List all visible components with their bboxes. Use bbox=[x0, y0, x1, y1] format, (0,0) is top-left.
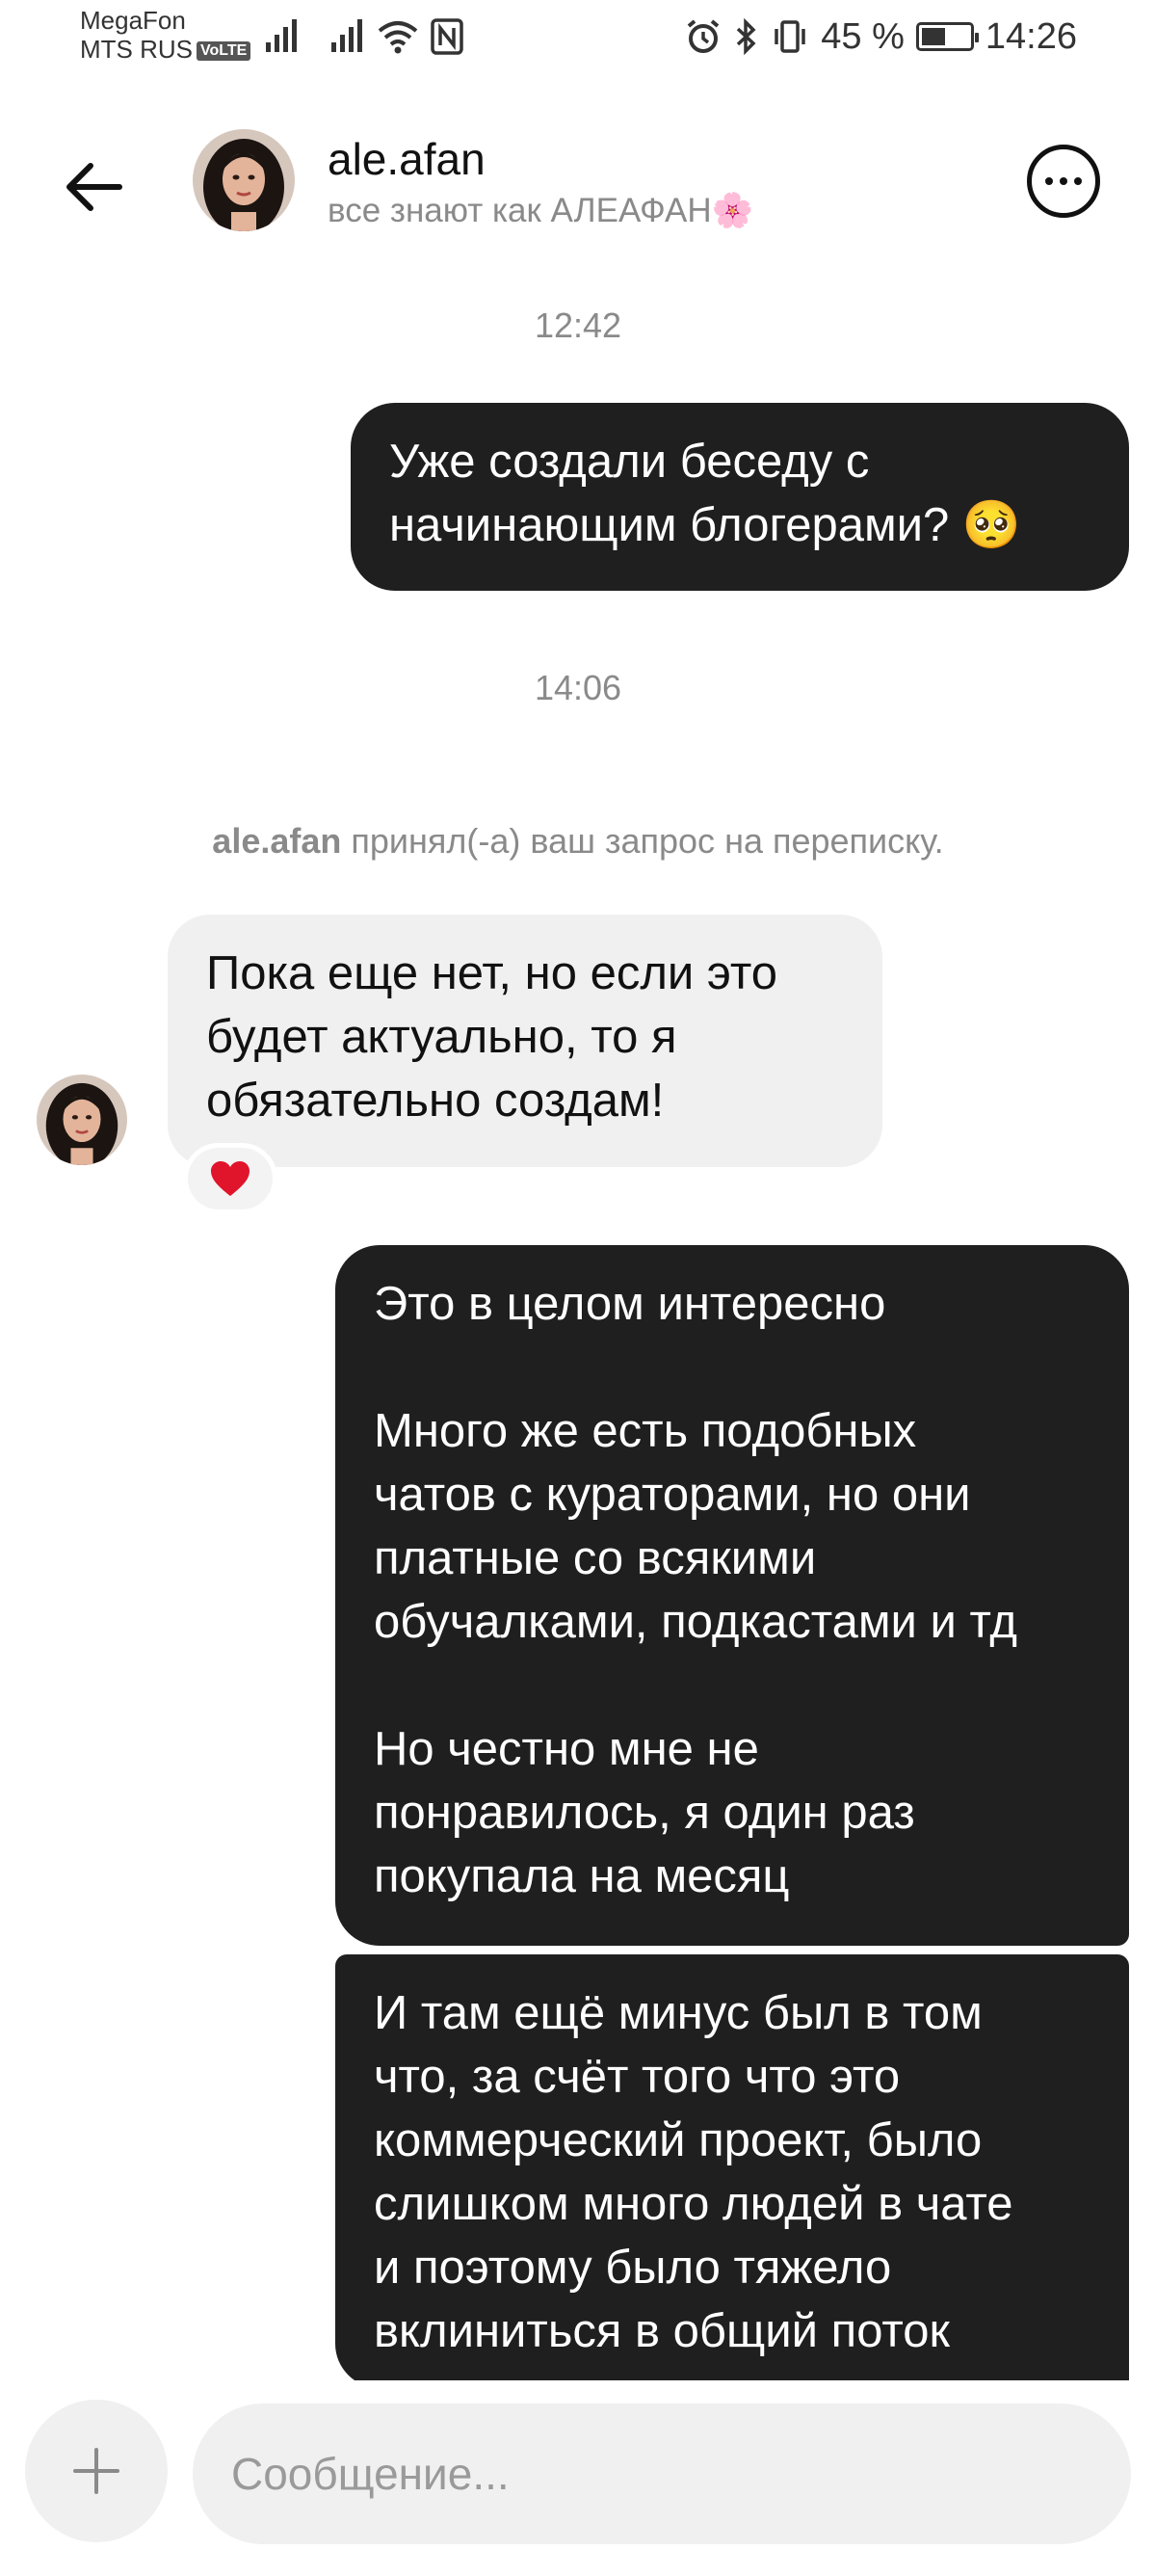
message-timestamp: 14:06 bbox=[534, 668, 622, 707]
battery-fill bbox=[921, 28, 945, 45]
reaction-badge[interactable] bbox=[183, 1143, 277, 1214]
contact-subtitle: все знают как АЛЕАФАН🌸 bbox=[328, 192, 754, 229]
avatar-image bbox=[193, 129, 295, 231]
carrier-1: MegaFon bbox=[80, 6, 186, 35]
system-message: ale.afan принял(-а) ваш запрос на перепи… bbox=[0, 821, 1156, 862]
status-bar: MegaFon MTS RUS VoLTE 45 % 14:26 bbox=[0, 0, 1156, 77]
message-text: Это в целом интересно Много же есть подо… bbox=[374, 1278, 1017, 1902]
message-timestamp: 12:42 bbox=[534, 305, 622, 345]
sender-avatar[interactable] bbox=[37, 1075, 127, 1165]
outgoing-message[interactable]: И там ещё минус был в том что, за счёт т… bbox=[335, 1954, 1129, 2388]
attach-button[interactable] bbox=[25, 2400, 168, 2542]
wifi-icon bbox=[378, 21, 418, 54]
plus-icon bbox=[73, 2448, 119, 2494]
contact-name[interactable]: ale.afan bbox=[328, 133, 486, 185]
signal-icon bbox=[266, 19, 297, 52]
message-text: Уже создали беседу с начинающим блогерам… bbox=[389, 436, 1021, 551]
heart-icon bbox=[211, 1161, 250, 1196]
alarm-icon bbox=[688, 19, 720, 53]
system-message-text: принял(-а) ваш запрос на переписку. bbox=[341, 821, 944, 861]
carrier-2-row: MTS RUS VoLTE bbox=[80, 35, 251, 64]
carrier-2: MTS RUS bbox=[80, 35, 193, 64]
avatar-image bbox=[37, 1075, 127, 1165]
status-time: 14:26 bbox=[985, 15, 1077, 57]
bluetooth-icon bbox=[737, 17, 756, 56]
arrow-left-icon bbox=[66, 163, 122, 211]
more-dot bbox=[1060, 177, 1067, 185]
outgoing-message[interactable]: Уже создали беседу с начинающим блогерам… bbox=[351, 403, 1129, 591]
back-button[interactable] bbox=[60, 152, 129, 222]
more-dot bbox=[1074, 177, 1082, 185]
carrier-info: MegaFon MTS RUS VoLTE bbox=[80, 6, 251, 64]
chat-header: ale.afan все знают как АЛЕАФАН🌸 bbox=[0, 116, 1156, 251]
more-options-button[interactable] bbox=[1027, 145, 1100, 218]
message-composer bbox=[0, 2380, 1156, 2576]
battery-icon bbox=[915, 22, 979, 51]
message-text: Пока еще нет, но если это будет актуальн… bbox=[206, 947, 777, 1127]
outgoing-message[interactable]: Это в целом интересно Много же есть подо… bbox=[335, 1245, 1129, 1946]
signal-icon-2 bbox=[331, 19, 362, 52]
more-horizontal-icon bbox=[1045, 177, 1053, 185]
incoming-message[interactable]: Пока еще нет, но если это будет актуальн… bbox=[168, 915, 882, 1167]
battery-percent: 45 % bbox=[821, 15, 905, 57]
message-text: И там ещё минус был в том что, за счёт т… bbox=[374, 1987, 1013, 2357]
system-message-user: ale.afan bbox=[212, 821, 342, 861]
contact-avatar[interactable] bbox=[193, 129, 295, 231]
vibrate-icon bbox=[775, 20, 806, 53]
status-right: 45 % 14:26 bbox=[684, 13, 1077, 60]
nfc-icon bbox=[431, 18, 463, 55]
volte-badge: VoLTE bbox=[197, 41, 251, 62]
message-input[interactable] bbox=[193, 2403, 1131, 2544]
